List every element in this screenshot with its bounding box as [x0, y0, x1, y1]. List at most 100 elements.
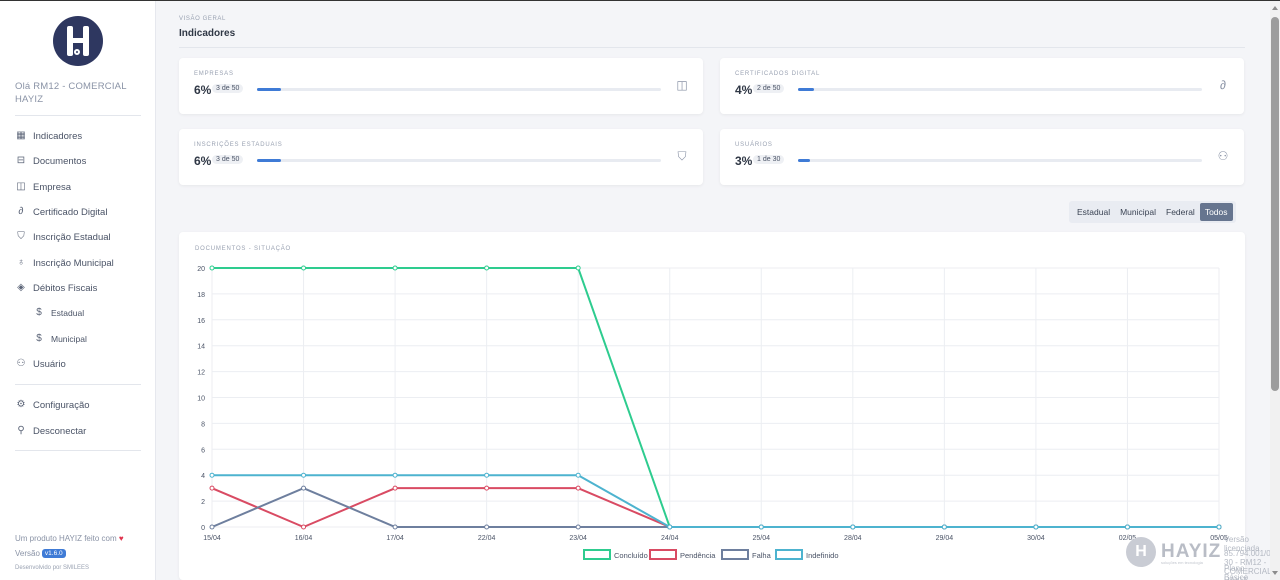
x-tick-label: 16/04 — [295, 535, 313, 542]
sidebar-item-documentos[interactable]: ⊟ Documentos — [15, 153, 87, 169]
data-point — [392, 265, 398, 271]
paperclip-icon: ∂ — [1220, 78, 1226, 92]
sidebar-subitem-estadual[interactable]: $ Estadual — [33, 305, 84, 321]
filter-todos[interactable]: Todos — [1199, 203, 1233, 221]
version-label: Versão — [15, 549, 40, 558]
sidebar-divider — [15, 384, 141, 385]
page-scrollbar[interactable] — [1270, 1, 1280, 580]
sidebar: Olá RM12 - COMERCIAL HAYIZ ▦ Indicadores… — [0, 1, 156, 580]
sidebar-item-configuracao[interactable]: ⚙ Configuração — [15, 397, 90, 413]
filter-group: Estadual Municipal Federal Todos — [1069, 201, 1236, 223]
data-point — [301, 472, 307, 478]
shield-icon: ⛉ — [677, 149, 687, 163]
legend-swatch — [721, 549, 749, 560]
card-count: 2 de 50 — [753, 84, 785, 93]
card-count: 3 de 50 — [212, 155, 244, 164]
x-tick-label: 15/04 — [203, 535, 221, 542]
card-usuarios[interactable]: USUÁRIOS 3% 1 de 30 ⚇ — [720, 129, 1244, 185]
award-icon: ♁ — [17, 257, 25, 268]
users-icon: ⚇ — [1217, 149, 1229, 163]
filter-municipal[interactable]: Municipal — [1115, 203, 1161, 221]
card-certificados[interactable]: CERTIFICADOS DIGITAL 4% 2 de 50 ∂ — [720, 58, 1244, 114]
data-point — [667, 524, 673, 530]
sidebar-item-label: Certificado Digital — [33, 206, 108, 218]
y-tick-label: 10 — [197, 396, 205, 403]
sidebar-item-indicadores[interactable]: ▦ Indicadores — [15, 128, 82, 144]
header-divider — [179, 47, 1245, 48]
y-tick-label: 20 — [197, 266, 205, 273]
x-tick-label: 23/04 — [569, 535, 587, 542]
legend-swatch — [775, 549, 803, 560]
section-label: VISÃO GERAL — [179, 16, 226, 22]
y-tick-label: 18 — [197, 292, 205, 299]
progress-fill — [257, 159, 282, 162]
data-point — [301, 485, 307, 491]
scroll-up-arrow[interactable] — [1272, 6, 1278, 10]
hayiz-brand-logo — [1126, 537, 1156, 567]
card-percent: 6% — [194, 83, 212, 97]
card-label: EMPRESAS — [194, 71, 234, 77]
sidebar-item-debitos-fiscais[interactable]: ◈ Débitos Fiscais — [15, 280, 97, 296]
main-content: VISÃO GERAL Indicadores EMPRESAS 6% 3 de… — [156, 1, 1280, 580]
x-tick-label: 24/04 — [661, 535, 679, 542]
card-label: INSCRIÇÕES ESTADUAIS — [194, 142, 283, 148]
sidebar-item-label: Estadual — [51, 308, 85, 318]
sidebar-item-empresa[interactable]: ◫ Empresa — [15, 179, 71, 195]
legend-label: Concluído — [614, 551, 648, 560]
card-percent: 6% — [194, 154, 212, 168]
sidebar-item-inscricao-estadual[interactable]: ⛉ Inscrição Estadual — [15, 229, 110, 245]
data-point — [575, 524, 581, 530]
progress-track — [257, 88, 661, 91]
version-badge: v1.6.0 — [41, 549, 66, 558]
data-point — [850, 524, 856, 530]
paperclip-icon: ∂ — [18, 206, 24, 217]
y-tick-label: 16 — [197, 318, 205, 325]
sidebar-item-certificado[interactable]: ∂ Certificado Digital — [15, 204, 108, 220]
y-tick-label: 8 — [201, 421, 205, 428]
progress-fill — [798, 159, 811, 162]
data-point — [392, 485, 398, 491]
layers-icon: ◈ — [17, 282, 25, 293]
shield-icon: ⛉ — [17, 231, 25, 242]
archive-icon: ⊟ — [16, 155, 26, 166]
card-inscricoes[interactable]: INSCRIÇÕES ESTADUAIS 6% 3 de 50 ⛉ — [179, 129, 703, 185]
plan-text: Plano Básico — [1224, 564, 1249, 580]
x-tick-label: 29/04 — [936, 535, 954, 542]
y-tick-label: 12 — [197, 370, 205, 377]
sidebar-item-label: Desconectar — [33, 425, 87, 437]
sidebar-item-inscricao-municipal[interactable]: ♁ Inscrição Municipal — [15, 255, 114, 271]
data-point — [484, 524, 490, 530]
line-chart[interactable]: 0 2 4 6 8 10 12 14 16 18 20 15/04 16/04 17/04 22/04 23/… — [179, 232, 1245, 580]
data-point — [301, 265, 307, 271]
users-icon: ⚇ — [16, 358, 26, 369]
data-point — [1033, 524, 1039, 530]
greeting-text: Olá RM12 - COMERCIAL HAYIZ — [15, 81, 127, 105]
briefcase-icon: ◫ — [16, 181, 26, 192]
filter-estadual[interactable]: Estadual — [1072, 203, 1115, 221]
gear-icon: ⚙ — [16, 399, 26, 410]
data-point — [301, 524, 307, 530]
hayiz-logo[interactable] — [53, 16, 103, 66]
card-count: 1 de 30 — [753, 155, 785, 164]
y-tick-label: 4 — [201, 473, 205, 480]
card-empresas[interactable]: EMPRESAS 6% 3 de 50 ◫ — [179, 58, 703, 114]
sidebar-item-usuario[interactable]: ⚇ Usuário — [15, 356, 66, 372]
sidebar-subitem-municipal[interactable]: $ Municipal — [33, 331, 87, 347]
filter-federal[interactable]: Federal — [1161, 203, 1200, 221]
y-tick-label: 6 — [201, 447, 205, 454]
brand-tagline: soluções em tecnologia — [1161, 560, 1203, 565]
progress-track — [257, 159, 661, 162]
card-percent: 3% — [735, 154, 753, 168]
card-label: USUÁRIOS — [735, 142, 773, 148]
scrollbar-thumb[interactable] — [1271, 17, 1279, 391]
y-tick-label: 14 — [197, 344, 205, 351]
legend-swatch — [649, 549, 677, 560]
sidebar-divider — [15, 115, 141, 116]
sidebar-item-desconectar[interactable]: ⚲ Desconectar — [15, 423, 86, 439]
sidebar-item-label: Débitos Fiscais — [33, 282, 98, 294]
product-credit-text: Um produto HAYIZ feito com — [15, 534, 117, 543]
scroll-down-arrow[interactable] — [1272, 571, 1278, 575]
sidebar-divider — [15, 450, 141, 451]
sidebar-item-label: Configuração — [33, 399, 90, 411]
data-point — [484, 472, 490, 478]
